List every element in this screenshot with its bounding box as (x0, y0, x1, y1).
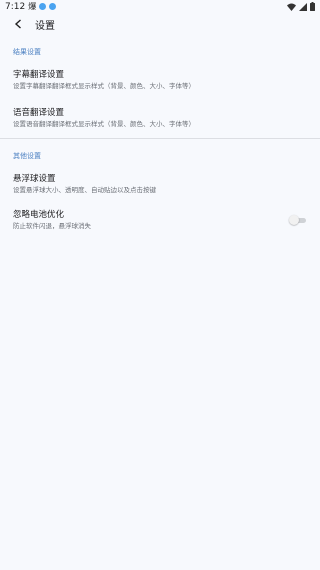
app-bar: 设置 (0, 13, 320, 35)
item-text: 悬浮球设置 设置悬浮球大小、透明度、自动贴边以及点击按键 (13, 174, 156, 195)
item-subtitle: 防止软件闪退，悬浮球消失 (13, 221, 91, 230)
item-subtitle: 设置语音翻译翻译框式显示样式（背景、颜色、大小、字体等） (13, 119, 195, 128)
battery-optimization-toggle[interactable] (289, 215, 307, 225)
section-header-result: 结果设置 (13, 48, 41, 56)
item-subtitle: 设置悬浮球大小、透明度、自动贴边以及点击按键 (13, 185, 156, 194)
item-title: 语音翻译设置 (13, 107, 65, 118)
status-left: 7:12 爆 (5, 1, 57, 12)
status-bar: 7:12 爆 (0, 0, 320, 13)
back-button[interactable] (6, 13, 30, 35)
notification-blue-icon (39, 3, 47, 10)
item-subtitle: 设置字幕翻译翻译框式显示样式（背景、颜色、大小、字体等） (13, 81, 195, 90)
subtitle-translation-settings-item[interactable]: 字幕翻译设置 设置字幕翻译翻译框式显示样式（背景、颜色、大小、字体等） (0, 63, 320, 97)
item-title: 悬浮球设置 (13, 173, 56, 184)
status-right (287, 2, 315, 11)
item-title: 忽略电池优化 (13, 209, 65, 220)
item-text: 忽略电池优化 防止软件闪退，悬浮球消失 (13, 210, 91, 231)
status-time: 7:12 (5, 1, 26, 12)
battery-icon (310, 2, 315, 11)
status-app-icon: 爆 (28, 1, 37, 11)
notification-blue-icon (49, 3, 57, 10)
voice-translation-settings-item[interactable]: 语音翻译设置 设置语音翻译翻译框式显示样式（背景、颜色、大小、字体等） (0, 101, 320, 135)
arrow-back-icon (14, 19, 21, 29)
wifi-icon (287, 3, 296, 11)
item-title: 字幕翻译设置 (13, 69, 65, 80)
section-header-other: 其他设置 (13, 152, 41, 160)
ignore-battery-optimization-item[interactable]: 忽略电池优化 防止软件闪退，悬浮球消失 (0, 203, 320, 237)
item-text: 字幕翻译设置 设置字幕翻译翻译框式显示样式（背景、颜色、大小、字体等） (13, 70, 195, 91)
item-text: 语音翻译设置 设置语音翻译翻译框式显示样式（背景、颜色、大小、字体等） (13, 108, 195, 129)
signal-icon (299, 2, 307, 11)
page-title: 设置 (35, 20, 55, 32)
toggle-thumb (289, 215, 299, 225)
settings-list: 结果设置 字幕翻译设置 设置字幕翻译翻译框式显示样式（背景、颜色、大小、字体等）… (0, 35, 320, 237)
floating-ball-settings-item[interactable]: 悬浮球设置 设置悬浮球大小、透明度、自动贴边以及点击按键 (0, 167, 320, 201)
